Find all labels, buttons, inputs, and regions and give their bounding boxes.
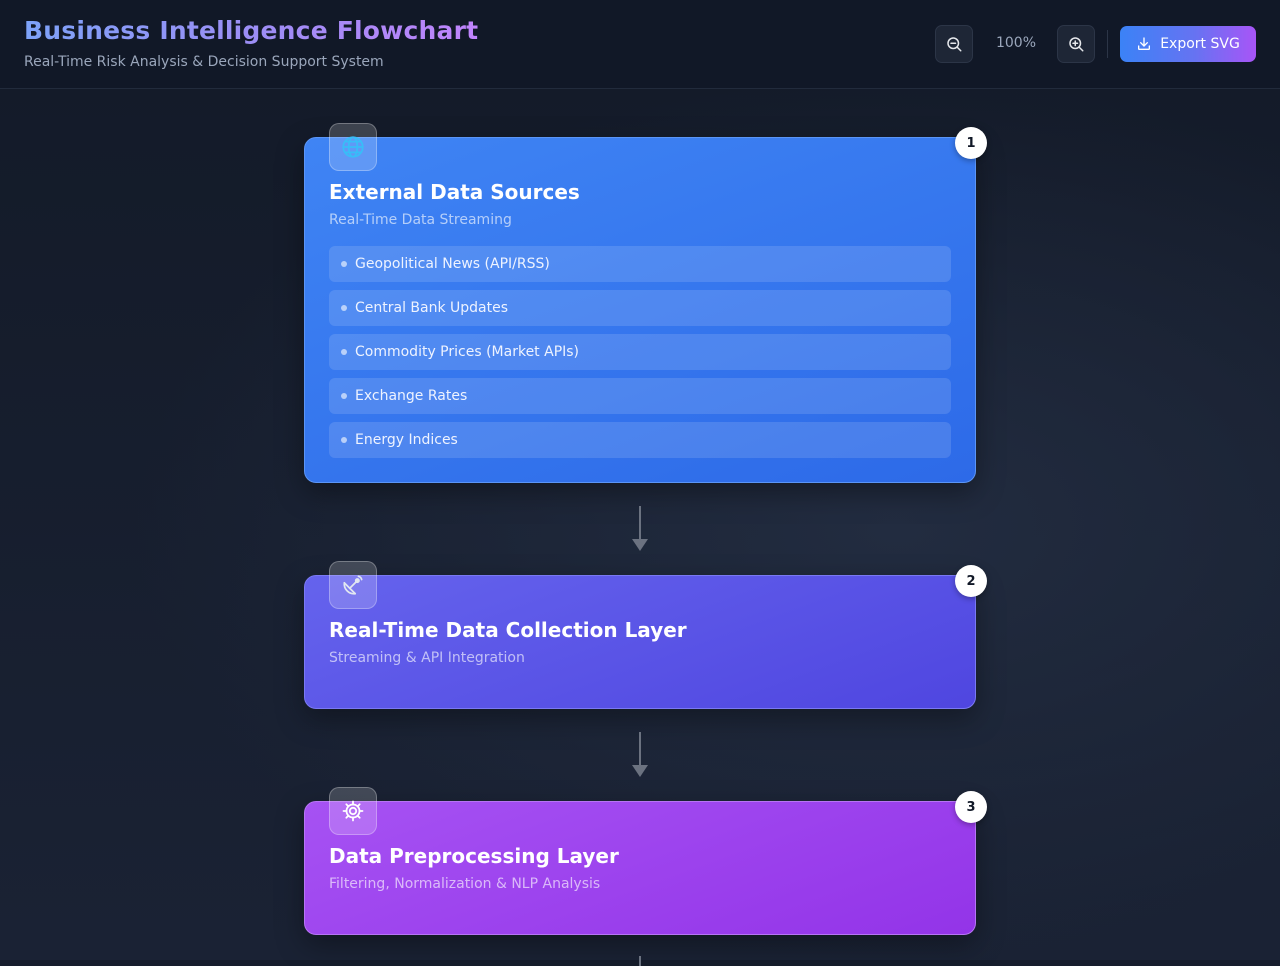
list-item[interactable]: Central Bank Updates [329, 290, 951, 326]
list-item[interactable]: Geopolitical News (API/RSS) [329, 246, 951, 282]
list-item-label: Central Bank Updates [355, 300, 509, 316]
page-subtitle: Real-Time Risk Analysis & Decision Suppo… [24, 54, 384, 70]
step-title: External Data Sources [329, 180, 580, 204]
bullet-icon [341, 305, 347, 311]
gear-icon [329, 787, 377, 835]
data-source-list: Geopolitical News (API/RSS) Central Bank… [329, 246, 951, 466]
download-icon [1138, 37, 1151, 50]
flow-arrow [639, 956, 641, 966]
bullet-icon [341, 349, 347, 355]
bullet-icon [341, 261, 347, 267]
zoom-out-button[interactable] [935, 25, 973, 63]
zoom-out-icon [947, 37, 962, 52]
step-title: Real-Time Data Collection Layer [329, 618, 687, 642]
bullet-icon [341, 437, 347, 443]
list-item[interactable]: Exchange Rates [329, 378, 951, 414]
zoom-in-button[interactable] [1057, 25, 1095, 63]
step-number-badge: 2 [955, 565, 987, 597]
export-svg-label: Export SVG [1160, 36, 1240, 52]
flow-arrow [632, 732, 648, 777]
flow-arrow [632, 506, 648, 551]
satellite-dish-icon [329, 561, 377, 609]
list-item-label: Geopolitical News (API/RSS) [355, 256, 550, 272]
list-item-label: Exchange Rates [355, 388, 468, 404]
step-title: Data Preprocessing Layer [329, 844, 619, 868]
flow-step-data-collection[interactable]: 2 Real-Time Data Collection Layer Stream… [304, 561, 987, 709]
app-header: Business Intelligence Flowchart Real-Tim… [0, 0, 1280, 89]
flow-step-external-data-sources[interactable]: 1 External Data Sources Real-Time Data S… [304, 123, 987, 483]
step-number-badge: 1 [955, 127, 987, 159]
list-item-label: Commodity Prices (Market APIs) [355, 344, 580, 360]
list-item[interactable]: Commodity Prices (Market APIs) [329, 334, 951, 370]
zoom-in-icon [1069, 37, 1084, 52]
page-title: Business Intelligence Flowchart [24, 16, 479, 45]
step-subtitle: Real-Time Data Streaming [329, 212, 512, 228]
toolbar-divider [1107, 30, 1108, 58]
step-subtitle: Streaming & API Integration [329, 650, 525, 666]
step-subtitle: Filtering, Normalization & NLP Analysis [329, 876, 601, 892]
flow-step-data-preprocessing[interactable]: 3 Data Preprocessing Layer Filtering, No… [304, 787, 987, 935]
list-item-label: Energy Indices [355, 432, 458, 448]
zoom-level: 100% [995, 35, 1037, 51]
bullet-icon [341, 393, 347, 399]
export-svg-button[interactable]: Export SVG [1120, 26, 1256, 62]
list-item[interactable]: Energy Indices [329, 422, 951, 458]
step-number-badge: 3 [955, 791, 987, 823]
globe-icon [329, 123, 377, 171]
